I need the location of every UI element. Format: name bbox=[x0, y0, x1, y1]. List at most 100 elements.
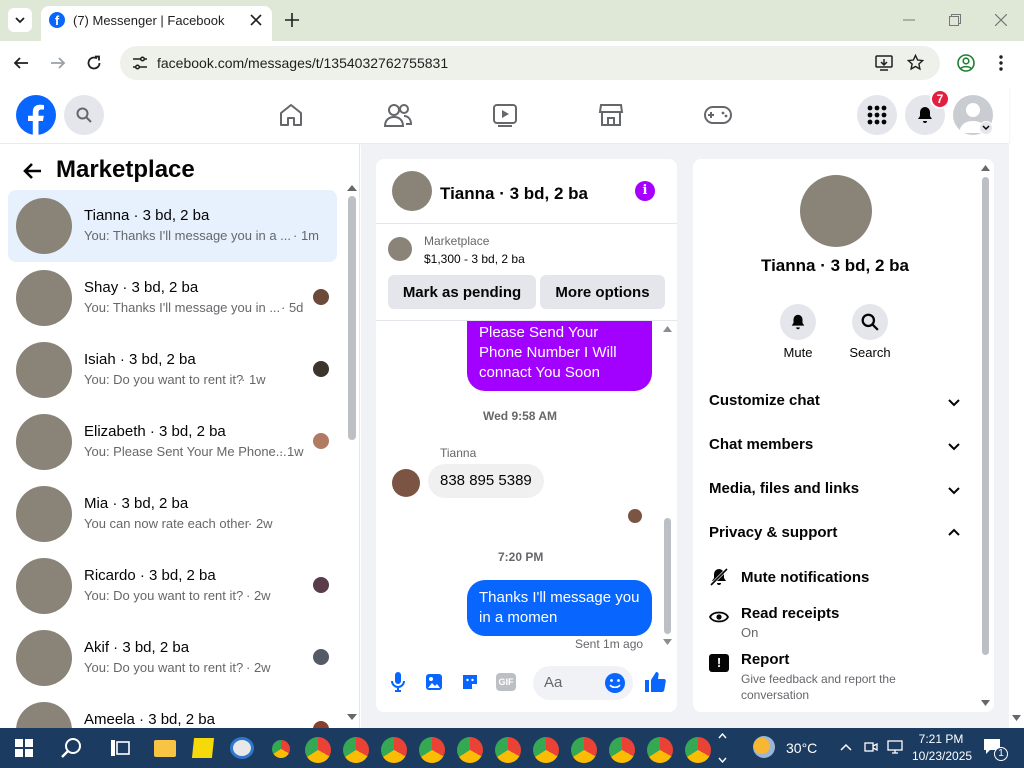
minimize-icon[interactable] bbox=[903, 19, 915, 21]
read-receipts-option[interactable]: Read receipts bbox=[741, 605, 839, 622]
reload-icon[interactable] bbox=[86, 55, 102, 71]
chrome-window-icon[interactable] bbox=[381, 737, 407, 763]
info-panel-scrollbar[interactable] bbox=[982, 177, 989, 655]
conversation-item[interactable]: Tianna · 3 bd, 2 ba You: Thanks I'll mes… bbox=[8, 190, 337, 262]
tab-search-button[interactable] bbox=[8, 8, 32, 32]
chrome-window-icon[interactable] bbox=[609, 737, 635, 763]
chevron-down-icon[interactable] bbox=[947, 439, 961, 453]
outgoing-message[interactable]: Thanks I'll message you in a momen bbox=[467, 580, 652, 636]
windows-start-icon[interactable] bbox=[15, 739, 33, 757]
facebook-logo-icon[interactable] bbox=[16, 95, 56, 135]
emoji-icon[interactable] bbox=[604, 672, 626, 694]
scroll-down-arrow-icon[interactable] bbox=[981, 700, 990, 706]
back-arrow-icon[interactable] bbox=[22, 162, 42, 180]
chevron-down-icon[interactable] bbox=[947, 483, 961, 497]
site-settings-icon[interactable] bbox=[132, 56, 148, 70]
marketplace-icon[interactable] bbox=[598, 102, 624, 128]
chrome-window-icon[interactable] bbox=[495, 737, 521, 763]
chrome-window-icon[interactable] bbox=[647, 737, 673, 763]
taskbar-clock[interactable]: 7:21 PM 10/23/2025 bbox=[912, 731, 972, 765]
taskbar-search-icon[interactable] bbox=[61, 737, 83, 759]
conversation-item[interactable]: Isiah · 3 bd, 2 ba You: Do you want to r… bbox=[8, 334, 337, 406]
chrome-window-icon[interactable] bbox=[685, 737, 711, 763]
forward-arrow-icon[interactable] bbox=[50, 55, 66, 71]
photo-icon[interactable] bbox=[424, 672, 444, 692]
chrome-window-icon[interactable] bbox=[457, 737, 483, 763]
sticky-notes-icon[interactable] bbox=[191, 738, 215, 758]
more-options-button[interactable]: More options bbox=[540, 275, 665, 309]
mute-button[interactable] bbox=[780, 304, 816, 340]
network-icon[interactable] bbox=[887, 740, 903, 754]
chat-title[interactable]: Tianna · 3 bd, 2 ba bbox=[440, 184, 588, 204]
new-tab-icon[interactable] bbox=[285, 13, 299, 27]
file-explorer-icon[interactable] bbox=[154, 740, 176, 757]
scroll-up-arrow-icon[interactable] bbox=[347, 185, 357, 191]
scroll-down-arrow-icon[interactable] bbox=[347, 714, 357, 720]
restore-icon[interactable] bbox=[949, 14, 961, 26]
taskbar-scroll-down-icon[interactable] bbox=[718, 757, 727, 763]
friends-icon[interactable] bbox=[384, 102, 412, 128]
mark-as-pending-button[interactable]: Mark as pending bbox=[388, 275, 536, 309]
outgoing-message[interactable]: Please Send Your Phone Number I Will con… bbox=[467, 321, 652, 391]
show-hidden-icons-chevron-icon[interactable] bbox=[840, 743, 852, 751]
action-center-button[interactable]: 1 bbox=[982, 736, 1008, 761]
conversation-item[interactable]: Elizabeth · 3 bd, 2 ba You: Please Sent … bbox=[8, 406, 337, 478]
chat-header-avatar[interactable] bbox=[392, 171, 432, 211]
url-text[interactable]: facebook.com/messages/t/1354032762755831 bbox=[157, 55, 448, 71]
chevron-down-icon[interactable] bbox=[947, 395, 961, 409]
chrome-window-icon[interactable] bbox=[571, 737, 597, 763]
microphone-icon[interactable] bbox=[390, 671, 406, 693]
chrome-window-icon[interactable] bbox=[419, 737, 445, 763]
window-close-icon[interactable] bbox=[995, 14, 1007, 26]
bookmark-star-icon[interactable] bbox=[907, 54, 924, 71]
conversation-list-scrollbar[interactable] bbox=[348, 196, 356, 440]
conversation-item[interactable]: Mia · 3 bd, 2 ba You can now rate each o… bbox=[8, 478, 337, 550]
back-arrow-icon[interactable] bbox=[13, 55, 29, 71]
privacy-support-row[interactable]: Privacy & support bbox=[709, 524, 837, 541]
conversation-item[interactable]: Ricardo · 3 bd, 2 ba You: Do you want to… bbox=[8, 550, 337, 622]
meet-now-icon[interactable] bbox=[864, 740, 878, 754]
conversation-info-button[interactable]: i bbox=[635, 181, 655, 201]
scroll-up-arrow-icon[interactable] bbox=[981, 165, 990, 171]
scroll-up-arrow-icon[interactable] bbox=[663, 326, 672, 332]
account-chevron[interactable] bbox=[979, 121, 993, 135]
menu-grid-button[interactable] bbox=[857, 95, 897, 135]
conversation-item[interactable]: Shay · 3 bd, 2 ba You: Thanks I'll messa… bbox=[8, 262, 337, 334]
install-app-icon[interactable] bbox=[875, 55, 893, 71]
media-files-links-row[interactable]: Media, files and links bbox=[709, 480, 859, 497]
report-option[interactable]: Report bbox=[741, 651, 789, 668]
home-icon[interactable] bbox=[278, 102, 304, 128]
weather-temperature[interactable]: 30°C bbox=[786, 740, 817, 756]
scroll-down-arrow-icon[interactable] bbox=[663, 639, 672, 645]
conversation-item[interactable]: Ameela · 3 bd, 2 ba bbox=[8, 694, 337, 728]
profile-icon[interactable] bbox=[957, 54, 975, 72]
chrome-window-icon[interactable] bbox=[343, 737, 369, 763]
watch-video-icon[interactable] bbox=[492, 102, 518, 128]
task-view-icon[interactable] bbox=[110, 739, 130, 757]
message-list-scrollbar[interactable] bbox=[664, 518, 671, 634]
chat-members-row[interactable]: Chat members bbox=[709, 436, 813, 453]
weather-icon[interactable] bbox=[753, 736, 775, 758]
chrome-window-icon[interactable] bbox=[533, 737, 559, 763]
sticker-icon[interactable] bbox=[460, 672, 480, 692]
listing-price[interactable]: $1,300 - 3 bd, 2 ba bbox=[424, 252, 525, 266]
gaming-icon[interactable] bbox=[703, 104, 733, 126]
chrome-profile-icon[interactable] bbox=[266, 734, 296, 764]
gif-button[interactable]: GIF bbox=[496, 673, 516, 691]
conversation-name: Tianna · 3 bd, 2 ba bbox=[84, 207, 210, 224]
conversation-name: Ameela · 3 bd, 2 ba bbox=[84, 711, 215, 728]
conversation-item[interactable]: Akif · 3 bd, 2 ba You: Do you want to re… bbox=[8, 622, 337, 694]
mute-notifications-option[interactable]: Mute notifications bbox=[741, 569, 869, 586]
page-scroll-down-arrow-icon[interactable] bbox=[1012, 715, 1021, 721]
search-in-conversation-button[interactable] bbox=[852, 304, 888, 340]
incoming-message[interactable]: 838 895 5389 bbox=[428, 464, 544, 498]
thumbs-up-icon[interactable] bbox=[643, 670, 667, 694]
browser-menu-icon[interactable] bbox=[999, 55, 1003, 71]
chevron-up-icon[interactable] bbox=[947, 526, 961, 540]
chrome-window-icon[interactable] bbox=[305, 737, 331, 763]
fb-search-button[interactable] bbox=[64, 95, 104, 135]
customize-chat-row[interactable]: Customize chat bbox=[709, 392, 820, 409]
paint-icon[interactable] bbox=[230, 737, 254, 759]
taskbar-scroll-up-icon[interactable] bbox=[718, 733, 727, 739]
tab-close-icon[interactable] bbox=[250, 14, 262, 26]
